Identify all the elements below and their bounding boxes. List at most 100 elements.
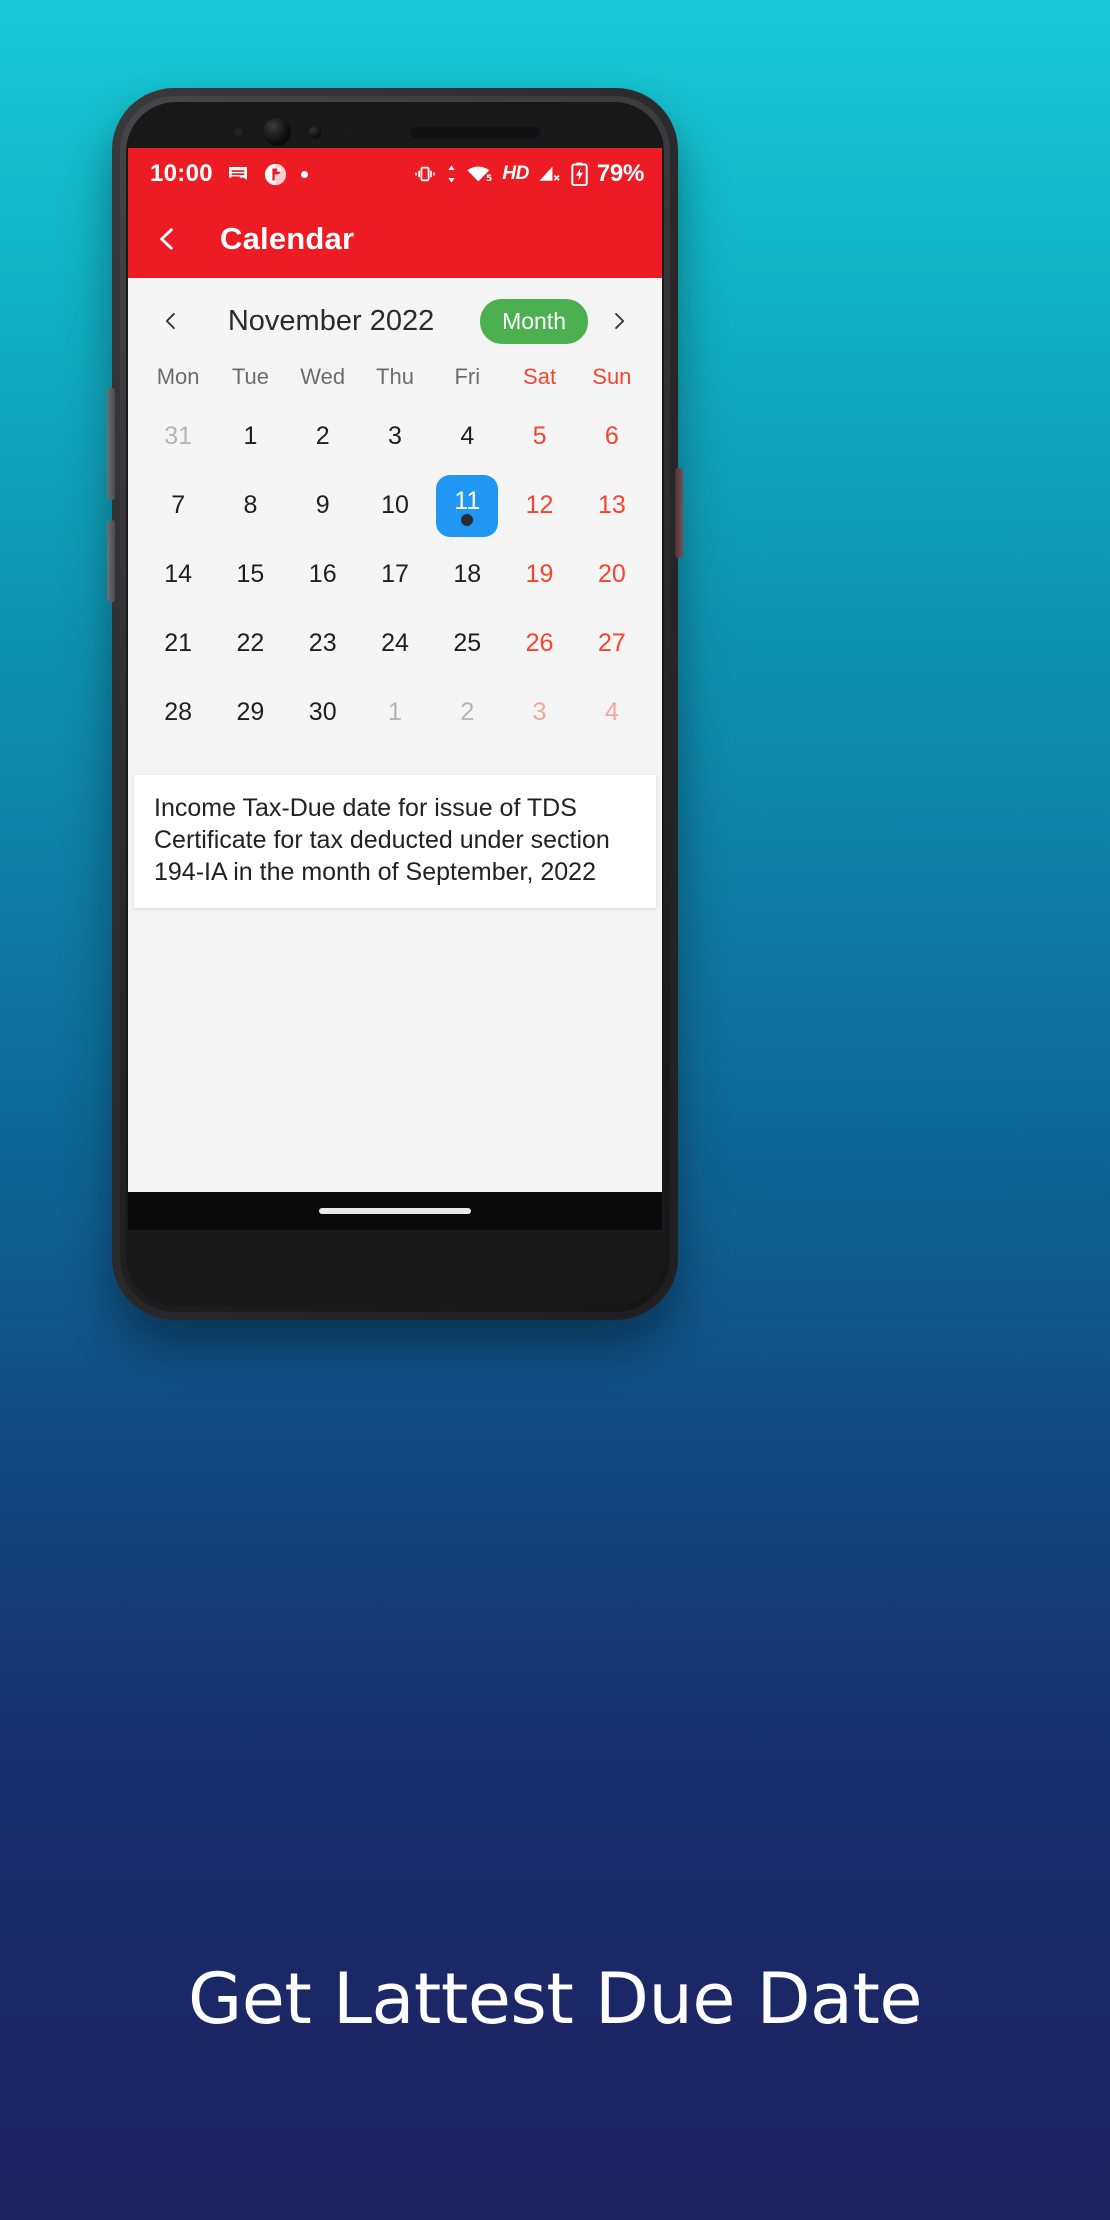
day-number: 28	[164, 698, 193, 726]
calendar-day[interactable]: 3	[503, 678, 575, 747]
vibrate-icon	[413, 164, 437, 184]
calendar-day[interactable]: 1	[214, 402, 286, 471]
day-number: 14	[164, 560, 193, 588]
weekday-label-mon: Mon	[156, 364, 200, 389]
calendar-day[interactable]: 8	[214, 471, 286, 540]
day-number: 12	[525, 491, 554, 519]
status-bar: 10:00 5 HD 79%	[128, 148, 662, 200]
day-number: 11	[454, 486, 481, 515]
calendar-day[interactable]: 21	[142, 609, 214, 678]
calendar-day[interactable]: 22	[214, 609, 286, 678]
back-button[interactable]	[150, 222, 184, 256]
phone-screen: 10:00 5 HD 79% Calendar November 2022 Mo…	[128, 148, 662, 1230]
calendar-day[interactable]: 27	[576, 609, 648, 678]
calendar-day[interactable]: 24	[359, 609, 431, 678]
calendar-day[interactable]: 4	[576, 678, 648, 747]
weekday-label-sun: Sun	[592, 364, 632, 389]
day-number: 15	[236, 560, 265, 588]
status-bar-right: 5 HD 79%	[413, 160, 644, 188]
calendar-day[interactable]: 16	[287, 540, 359, 609]
battery-percent-label: 79%	[596, 160, 644, 187]
hd-icon: HD	[502, 163, 529, 184]
proximity-sensor-icon	[308, 126, 321, 139]
day-number: 25	[453, 629, 482, 657]
calendar-day[interactable]: 23	[287, 609, 359, 678]
day-number: 21	[164, 629, 193, 657]
day-number: 27	[597, 629, 626, 657]
day-number: 1	[388, 698, 402, 726]
view-mode-button[interactable]: Month	[480, 298, 588, 344]
calendar-day[interactable]: 20	[576, 540, 648, 609]
front-camera-icon	[263, 118, 291, 146]
calendar-day[interactable]: 1	[359, 678, 431, 747]
app-badge-icon	[263, 162, 288, 187]
home-indicator[interactable]	[319, 1208, 471, 1214]
day-number: 10	[381, 491, 409, 519]
weekday-label-sat: Sat	[523, 364, 557, 389]
day-number: 4	[604, 698, 619, 726]
calendar-day[interactable]: 29	[214, 678, 286, 747]
phone-sensor-row	[112, 114, 678, 148]
calendar-day[interactable]: 12	[503, 471, 575, 540]
day-number: 4	[460, 422, 475, 450]
day-number: 29	[236, 698, 265, 726]
calendar-day[interactable]: 13	[576, 471, 648, 540]
day-number: 20	[597, 560, 626, 588]
power-button[interactable]	[675, 468, 683, 558]
calendar-day[interactable]: 3	[359, 402, 431, 471]
promo-caption: Get Lattest Due Date	[188, 1958, 922, 2040]
day-number: 22	[236, 629, 265, 657]
battery-icon	[571, 162, 588, 186]
event-description: Income Tax-Due date for issue of TDS Cer…	[154, 794, 610, 886]
system-navigation-bar	[128, 1192, 662, 1230]
calendar-day[interactable]: 25	[431, 609, 503, 678]
dot-icon	[300, 170, 308, 178]
data-transfer-icon	[446, 164, 457, 184]
wifi-5-icon: 5	[466, 164, 493, 184]
day-number: 1	[243, 422, 258, 450]
day-number: 24	[381, 629, 409, 657]
volume-up-button[interactable]	[107, 388, 115, 500]
status-time: 10:00	[150, 160, 213, 187]
calendar-day[interactable]: 5	[503, 402, 575, 471]
calendar-day[interactable]: 6	[576, 402, 648, 471]
calendar-day-selected[interactable]: 11	[431, 471, 503, 540]
event-indicator-dot-icon	[461, 514, 474, 526]
calendar-day[interactable]: 19	[503, 540, 575, 609]
calendar-day[interactable]: 30	[287, 678, 359, 747]
day-number: 19	[525, 560, 554, 588]
day-number: 16	[308, 560, 337, 588]
calendar-day[interactable]: 10	[359, 471, 431, 540]
day-number: 6	[604, 422, 619, 450]
light-sensor-icon	[344, 127, 355, 138]
day-number: 26	[525, 629, 554, 657]
calendar-month-label: November 2022	[227, 304, 435, 337]
calendar-day[interactable]: 26	[503, 609, 575, 678]
calendar-header: November 2022 Month	[128, 278, 662, 364]
calendar-day[interactable]: 2	[431, 678, 503, 747]
day-number: 18	[453, 560, 482, 588]
calendar-day[interactable]: 14	[142, 540, 214, 609]
calendar-day[interactable]: 2	[287, 402, 359, 471]
event-detail-card[interactable]: Income Tax-Due date for issue of TDS Cer…	[134, 775, 656, 909]
calendar-day[interactable]: 31	[142, 402, 214, 471]
calendar-day[interactable]: 18	[431, 540, 503, 609]
calendar-day[interactable]: 9	[287, 471, 359, 540]
day-number: 2	[460, 698, 475, 726]
day-number: 7	[171, 491, 186, 519]
calendar-day[interactable]: 15	[214, 540, 286, 609]
day-number: 13	[597, 491, 626, 519]
weekday-label-wed: Wed	[300, 364, 346, 389]
calendar-day-grid: 31 1 2 3 4 5 6 7 8 9 10 11 12 13 14 15 16 17 18 19 20 21 22 23 2…	[128, 402, 662, 747]
day-number: 3	[388, 422, 402, 450]
volume-down-button[interactable]	[107, 520, 115, 602]
calendar-day[interactable]: 17	[359, 540, 431, 609]
day-number: 9	[315, 491, 330, 519]
calendar-day[interactable]: 7	[142, 471, 214, 540]
calendar-day[interactable]: 28	[142, 678, 214, 747]
message-icon	[226, 162, 250, 186]
calendar-day[interactable]: 4	[431, 402, 503, 471]
day-number: 2	[315, 422, 330, 450]
next-month-button[interactable]	[602, 304, 636, 338]
calendar-widget: November 2022 Month Mon Tue Wed Thu Fri Sat Su…	[128, 278, 662, 765]
